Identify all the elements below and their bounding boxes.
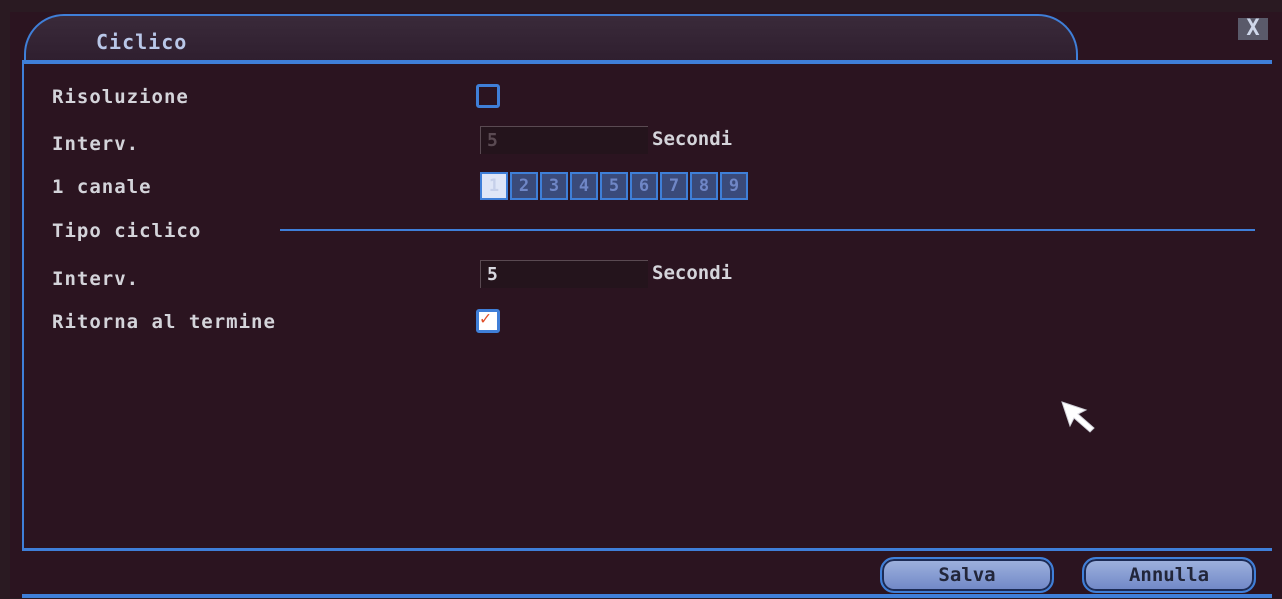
channel-5-button[interactable]: 5 <box>600 172 628 200</box>
interv-input-2[interactable]: 5 <box>480 260 648 288</box>
channel-2-button[interactable]: 2 <box>510 172 538 200</box>
section-divider <box>280 229 1255 231</box>
risoluzione-label: Risoluzione <box>52 86 189 108</box>
risoluzione-checkbox[interactable] <box>476 84 500 108</box>
cancel-button[interactable]: Annulla <box>1082 557 1256 593</box>
close-button[interactable]: X <box>1238 18 1268 40</box>
dialog-title: Ciclico <box>96 30 188 54</box>
channel-7-button[interactable]: 7 <box>660 172 688 200</box>
ritorna-checkbox[interactable]: ✓ <box>476 308 500 333</box>
interv-label-1: Interv. <box>52 133 140 155</box>
channel-8-button[interactable]: 8 <box>690 172 718 200</box>
pointer-cursor-icon <box>1061 401 1095 433</box>
channel-3-button[interactable]: 3 <box>540 172 568 200</box>
ritorna-label: Ritorna al termine <box>52 311 276 333</box>
bottom-edge <box>22 594 1272 598</box>
section-tipo-ciclico: Tipo ciclico <box>52 220 202 242</box>
channel-selector: 1 2 3 4 5 6 7 8 9 <box>480 172 748 200</box>
interv-input-1[interactable]: 5 <box>480 126 648 154</box>
channel-4-button[interactable]: 4 <box>570 172 598 200</box>
interv-unit-1: Secondi <box>652 128 733 150</box>
canale-label: 1 canale <box>52 176 152 198</box>
save-button[interactable]: Salva <box>880 557 1054 593</box>
check-icon: ✓ <box>480 308 491 329</box>
channel-1-button[interactable]: 1 <box>480 172 508 200</box>
dvr-screen: Ciclico X Risoluzione Interv. 5 Secondi … <box>0 0 1282 599</box>
close-icon: X <box>1246 16 1260 41</box>
channel-9-button[interactable]: 9 <box>720 172 748 200</box>
interv-unit-2: Secondi <box>652 262 733 284</box>
interv-label-2: Interv. <box>52 268 140 290</box>
dialog-content <box>22 64 1274 548</box>
channel-6-button[interactable]: 6 <box>630 172 658 200</box>
